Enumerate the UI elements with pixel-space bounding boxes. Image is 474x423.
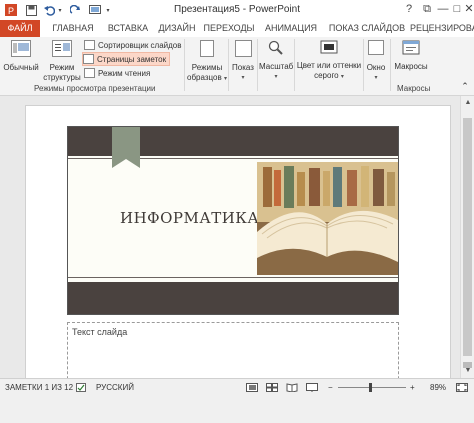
- outline-view-icon: [52, 40, 72, 57]
- window-dropdown-icon: ▾: [374, 75, 378, 81]
- zoom-in-button[interactable]: +: [410, 383, 415, 392]
- tab-animations[interactable]: АНИМАЦИЯ: [260, 20, 322, 37]
- slide-thumbnail[interactable]: ИНФОРМАТИКА: [67, 126, 399, 315]
- show-dropdown-icon: ▾: [241, 75, 245, 81]
- slideshow-status-icon[interactable]: [306, 383, 318, 394]
- start-from-beginning-icon[interactable]: [88, 3, 102, 17]
- show-button[interactable]: Показ ▾: [230, 40, 256, 83]
- outline-view-button[interactable]: Режим структуры: [42, 40, 82, 83]
- master-views-icon: [200, 40, 214, 57]
- master-views-label-1: Режимы: [191, 63, 223, 72]
- tab-slideshow[interactable]: ПОКАЗ СЛАЙДОВ: [326, 20, 408, 37]
- language-indicator[interactable]: РУССКИЙ: [96, 383, 134, 392]
- notes-page-button[interactable]: Страницы заметок: [82, 52, 171, 66]
- window-icon: [368, 40, 384, 55]
- ribbon-separator: [257, 39, 258, 91]
- ribbon-separator: [294, 39, 295, 91]
- status-bar: ЗАМЕТКИ 1 ИЗ 12 РУССКИЙ − + 89%: [0, 378, 474, 423]
- spellcheck-icon[interactable]: [76, 383, 86, 394]
- ribbon: Обычный Режим структуры Сортировщик слай…: [0, 37, 474, 96]
- color-grayscale-label-1: Цвет или оттенки: [296, 61, 362, 70]
- reading-view-status-icon[interactable]: [286, 383, 298, 394]
- zoom-dropdown-icon: ▾: [274, 74, 278, 80]
- slide-sorter-button[interactable]: Сортировщик слайдов: [84, 39, 185, 51]
- bookmark-ribbon-tip: [112, 159, 140, 168]
- close-button[interactable]: ✕: [462, 2, 474, 16]
- notes-page-icon: [83, 54, 94, 64]
- reading-view-icon: [84, 68, 95, 78]
- outline-view-label-2: структуры: [43, 73, 81, 82]
- master-views-button[interactable]: Режимы образцов ▾: [187, 40, 227, 84]
- help-button[interactable]: ?: [402, 2, 416, 16]
- tab-home[interactable]: ГЛАВНАЯ: [46, 20, 100, 37]
- tab-file[interactable]: ФАЙЛ: [0, 20, 40, 37]
- slide-rule-bottom: [68, 277, 398, 278]
- zoom-icon: [268, 40, 284, 56]
- ribbon-tabs: ФАЙЛ ГЛАВНАЯ ВСТАВКА ДИЗАЙН ПЕРЕХОДЫ АНИ…: [0, 20, 474, 38]
- svg-text:P: P: [8, 6, 14, 16]
- save-icon[interactable]: [24, 3, 38, 17]
- slide-sorter-icon: [84, 40, 95, 50]
- normal-view-label: Обычный: [3, 63, 39, 72]
- group-label-presentation-views: Режимы просмотра презентации: [34, 84, 156, 93]
- tab-design[interactable]: ДИЗАЙН: [156, 20, 198, 37]
- group-label-macros: Макросы: [397, 84, 431, 93]
- bookmark-ribbon-graphic: [112, 127, 140, 159]
- slide-title: ИНФОРМАТИКА: [120, 209, 260, 227]
- show-label: Показ: [232, 63, 254, 72]
- window-label: Окно: [366, 63, 386, 72]
- zoom-slider-thumb[interactable]: [369, 383, 372, 392]
- ribbon-display-options-button[interactable]: ⧉: [420, 2, 434, 16]
- outline-view-label-1: Режим: [49, 63, 75, 72]
- tab-insert[interactable]: ВСТАВКА: [104, 20, 152, 37]
- macros-button[interactable]: Макросы: [392, 40, 430, 72]
- notes-text: Текст слайда: [72, 327, 128, 337]
- zoom-slider-track[interactable]: [338, 387, 406, 388]
- undo-icon[interactable]: [42, 3, 56, 17]
- reading-view-label: Режим чтения: [98, 68, 151, 78]
- tab-transitions[interactable]: ПЕРЕХОДЫ: [202, 20, 256, 37]
- notes-page-counter[interactable]: ЗАМЕТКИ 1 ИЗ 12: [5, 383, 73, 392]
- normal-view-icon: [11, 40, 31, 57]
- color-grayscale-icon: [320, 40, 338, 56]
- slide-footer-band: [68, 282, 398, 314]
- open-book-image: [257, 162, 398, 275]
- zoom-out-button[interactable]: −: [328, 383, 333, 392]
- vertical-scrollbar[interactable]: ▲ ▼: [460, 96, 474, 378]
- color-grayscale-button[interactable]: Цвет или оттенки серого ▾: [296, 40, 362, 82]
- reading-view-button[interactable]: Режим чтения: [84, 67, 153, 79]
- master-views-label-2: образцов ▾: [187, 73, 227, 82]
- fit-slide-icon[interactable]: [456, 383, 468, 394]
- customize-toolbar-icon[interactable]: ▾: [104, 3, 112, 17]
- redo-icon[interactable]: [68, 3, 82, 17]
- ribbon-separator: [228, 39, 229, 91]
- scroll-up-icon[interactable]: ▲: [463, 98, 473, 108]
- powerpoint-logo-icon: P: [4, 3, 18, 17]
- slide-sorter-label: Сортировщик слайдов: [98, 40, 182, 50]
- window-button[interactable]: Окно ▾: [364, 40, 388, 83]
- scroll-thumb[interactable]: [463, 118, 472, 356]
- normal-view-button[interactable]: Обычный: [2, 40, 40, 73]
- title-bar: P ▾ ▾ Презентация5 - PowerPoint ? ⧉ — □ …: [0, 0, 474, 20]
- undo-dropdown-icon[interactable]: ▾: [56, 3, 64, 17]
- zoom-percent[interactable]: 89%: [430, 383, 446, 392]
- macros-label: Макросы: [394, 62, 428, 71]
- ribbon-separator: [390, 39, 391, 91]
- scroll-down-icon[interactable]: ▼: [463, 366, 473, 376]
- normal-view-status-icon[interactable]: [246, 383, 258, 394]
- color-grayscale-label-2: серого ▾: [314, 71, 344, 80]
- minimize-button[interactable]: —: [436, 2, 450, 16]
- slide-sorter-status-icon[interactable]: [266, 383, 278, 394]
- notes-page-label: Страницы заметок: [97, 54, 167, 64]
- macros-icon: [402, 40, 420, 56]
- collapse-ribbon-button[interactable]: ⌃: [460, 81, 470, 91]
- zoom-button[interactable]: Масштаб ▾: [259, 40, 293, 82]
- ribbon-separator: [184, 39, 185, 91]
- tab-review[interactable]: РЕЦЕНЗИРОВА: [410, 20, 474, 37]
- show-icon: [234, 40, 252, 57]
- zoom-label: Масштаб: [259, 62, 294, 71]
